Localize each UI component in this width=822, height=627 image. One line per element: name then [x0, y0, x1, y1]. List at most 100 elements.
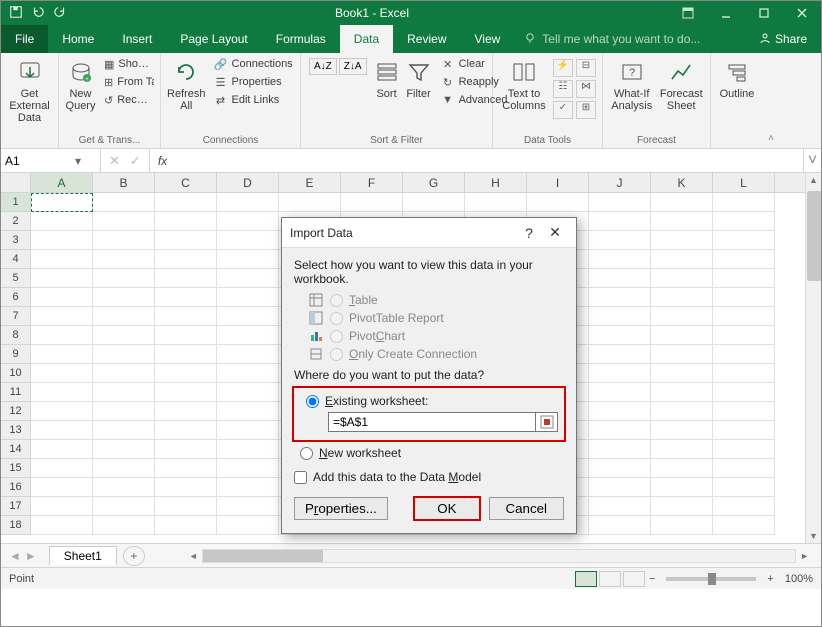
- from-table-button[interactable]: ⊞From Table: [100, 74, 154, 90]
- cell-K3[interactable]: [651, 231, 713, 250]
- cell-H1[interactable]: [465, 193, 527, 212]
- select-all-corner[interactable]: [1, 173, 31, 192]
- maximize-icon[interactable]: [745, 1, 783, 25]
- cell-C7[interactable]: [155, 307, 217, 326]
- row-header-11[interactable]: 11: [1, 383, 31, 402]
- next-sheet-icon[interactable]: ►: [25, 549, 37, 563]
- manage-data-model-icon[interactable]: ⊞: [576, 101, 596, 119]
- cell-K17[interactable]: [651, 497, 713, 516]
- ribbon-display-options-icon[interactable]: [669, 1, 707, 25]
- scroll-left-icon[interactable]: ◄: [185, 551, 202, 561]
- add-to-data-model-row[interactable]: Add this data to the Data Model: [294, 470, 564, 484]
- cell-C14[interactable]: [155, 440, 217, 459]
- sheet-tab-sheet1[interactable]: Sheet1: [49, 546, 117, 565]
- cell-B8[interactable]: [93, 326, 155, 345]
- cell-K12[interactable]: [651, 402, 713, 421]
- cell-L15[interactable]: [713, 459, 775, 478]
- connections-button[interactable]: 🔗Connections: [210, 56, 297, 72]
- properties-dialog-button[interactable]: Properties...: [294, 497, 388, 520]
- dialog-help-icon[interactable]: ?: [516, 225, 542, 241]
- cell-J5[interactable]: [589, 269, 651, 288]
- row-header-18[interactable]: 18: [1, 516, 31, 535]
- cell-J2[interactable]: [589, 212, 651, 231]
- page-layout-view-button[interactable]: [599, 571, 621, 587]
- cancel-formula-icon[interactable]: ✕: [109, 153, 120, 169]
- radio-existing-worksheet[interactable]: [306, 395, 319, 408]
- remove-duplicates-icon[interactable]: ☷: [553, 80, 573, 98]
- expand-formula-bar-icon[interactable]: ˅: [803, 149, 821, 172]
- column-header-K[interactable]: K: [651, 173, 713, 192]
- normal-view-button[interactable]: [575, 571, 597, 587]
- cell-K8[interactable]: [651, 326, 713, 345]
- zoom-slider[interactable]: [666, 577, 756, 581]
- cell-L2[interactable]: [713, 212, 775, 231]
- add-sheet-button[interactable]: +: [123, 546, 145, 566]
- cell-L14[interactable]: [713, 440, 775, 459]
- cell-J10[interactable]: [589, 364, 651, 383]
- cell-C4[interactable]: [155, 250, 217, 269]
- tab-view[interactable]: View: [461, 25, 515, 53]
- cell-L1[interactable]: [713, 193, 775, 212]
- cell-K13[interactable]: [651, 421, 713, 440]
- flash-fill-icon[interactable]: ⚡: [553, 59, 573, 77]
- refresh-all-button[interactable]: Refresh All: [167, 56, 206, 112]
- data-validation-icon[interactable]: ✓: [553, 101, 573, 119]
- cell-A2[interactable]: [31, 212, 93, 231]
- outline-button[interactable]: Outline: [717, 56, 757, 100]
- cell-C13[interactable]: [155, 421, 217, 440]
- sort-button[interactable]: Sort: [373, 56, 401, 100]
- cell-B6[interactable]: [93, 288, 155, 307]
- cell-J15[interactable]: [589, 459, 651, 478]
- row-header-7[interactable]: 7: [1, 307, 31, 326]
- row-header-2[interactable]: 2: [1, 212, 31, 231]
- cell-J17[interactable]: [589, 497, 651, 516]
- cell-L10[interactable]: [713, 364, 775, 383]
- cell-J11[interactable]: [589, 383, 651, 402]
- cell-A16[interactable]: [31, 478, 93, 497]
- cell-A13[interactable]: [31, 421, 93, 440]
- cell-D16[interactable]: [217, 478, 279, 497]
- cell-K16[interactable]: [651, 478, 713, 497]
- cell-D9[interactable]: [217, 345, 279, 364]
- row-header-9[interactable]: 9: [1, 345, 31, 364]
- collapse-ribbon-icon[interactable]: ˄: [763, 53, 779, 148]
- cell-K14[interactable]: [651, 440, 713, 459]
- scroll-down-icon[interactable]: ▼: [806, 531, 821, 541]
- cell-K15[interactable]: [651, 459, 713, 478]
- cell-D10[interactable]: [217, 364, 279, 383]
- cell-B1[interactable]: [93, 193, 155, 212]
- filter-button[interactable]: Filter: [405, 56, 433, 100]
- consolidate-icon[interactable]: ⊟: [576, 59, 596, 77]
- cell-C2[interactable]: [155, 212, 217, 231]
- row-header-16[interactable]: 16: [1, 478, 31, 497]
- cell-A4[interactable]: [31, 250, 93, 269]
- cell-C3[interactable]: [155, 231, 217, 250]
- cell-D1[interactable]: [217, 193, 279, 212]
- zoom-level[interactable]: 100%: [785, 573, 813, 585]
- column-header-J[interactable]: J: [589, 173, 651, 192]
- cell-L9[interactable]: [713, 345, 775, 364]
- scroll-up-icon[interactable]: ▲: [806, 175, 821, 185]
- cell-D11[interactable]: [217, 383, 279, 402]
- cell-D14[interactable]: [217, 440, 279, 459]
- cell-C16[interactable]: [155, 478, 217, 497]
- cell-C8[interactable]: [155, 326, 217, 345]
- radio-new-worksheet[interactable]: [300, 447, 313, 460]
- cell-C6[interactable]: [155, 288, 217, 307]
- option-new-worksheet[interactable]: New worksheet: [300, 446, 564, 460]
- cell-A3[interactable]: [31, 231, 93, 250]
- dialog-titlebar[interactable]: Import Data ? ✕: [282, 218, 576, 248]
- name-box[interactable]: ▾: [1, 149, 101, 172]
- cell-reference-input[interactable]: [328, 412, 536, 432]
- cell-A18[interactable]: [31, 516, 93, 535]
- column-header-H[interactable]: H: [465, 173, 527, 192]
- save-icon[interactable]: [9, 5, 25, 21]
- cell-D8[interactable]: [217, 326, 279, 345]
- cell-J1[interactable]: [589, 193, 651, 212]
- enter-formula-icon[interactable]: ✓: [130, 153, 141, 169]
- cell-B14[interactable]: [93, 440, 155, 459]
- horizontal-scrollbar[interactable]: [202, 549, 796, 563]
- row-header-14[interactable]: 14: [1, 440, 31, 459]
- cell-I1[interactable]: [527, 193, 589, 212]
- column-header-B[interactable]: B: [93, 173, 155, 192]
